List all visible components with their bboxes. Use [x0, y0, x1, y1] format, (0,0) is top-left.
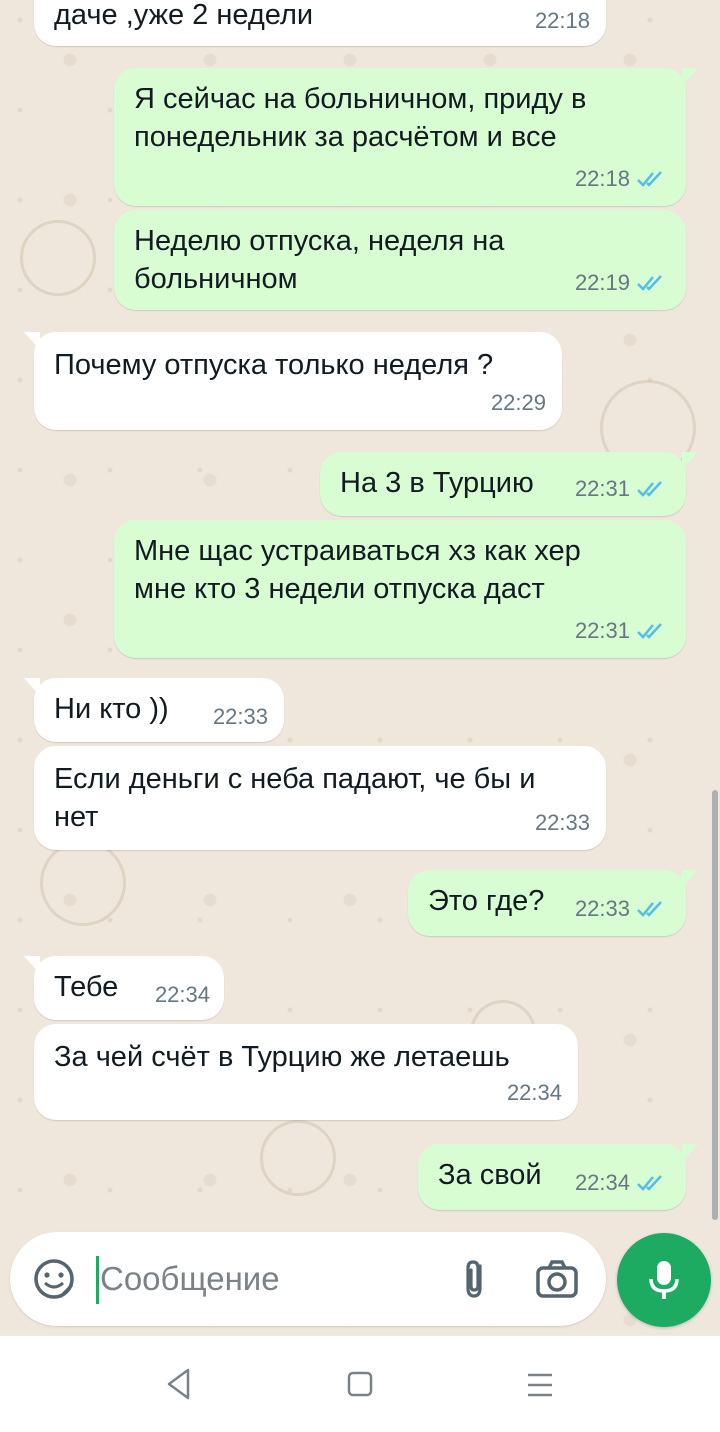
message-text: даче ,уже 2 недели: [54, 0, 314, 31]
message-bubble-incoming[interactable]: За чей счёт в Турцию же летаешь 22:34: [34, 1024, 578, 1120]
read-receipt-icon: [637, 275, 662, 291]
message-time: 22:19: [575, 264, 668, 302]
message-time: 22:33: [212, 704, 268, 729]
message-text: Почему отпуска только неделя ?: [54, 349, 494, 381]
scrollbar-thumb[interactable]: [712, 790, 718, 1220]
message-time: 22:33: [534, 810, 590, 835]
message-time: 22:18: [534, 8, 590, 33]
message-bubble-outgoing[interactable]: Это где? 22:33: [408, 870, 698, 936]
message-text: На 3 в Турцию: [340, 467, 534, 499]
message-text: Если деньги с неба падают, че бы и нет: [54, 763, 536, 833]
message-text: Мне щас устраиваться хз как хер мне кто …: [134, 535, 581, 605]
message-bubble-outgoing[interactable]: На 3 в Турцию 22:31: [320, 452, 698, 516]
message-time: 22:34: [575, 1164, 668, 1202]
message-text: Тебе: [54, 971, 119, 1003]
message-bubble-incoming[interactable]: Ни кто )) 22:33: [24, 678, 284, 742]
sticker-icon[interactable]: [32, 1257, 76, 1301]
message-bubble-outgoing[interactable]: За свой 22:34: [418, 1144, 698, 1210]
message-bubble-outgoing[interactable]: Мне щас устраиваться хз как хер мне кто …: [114, 520, 686, 658]
read-receipt-icon: [637, 901, 662, 917]
menu-icon[interactable]: [526, 1372, 554, 1398]
message-bubble-incoming[interactable]: Почему отпуска только неделя ? 22:29: [24, 332, 562, 430]
message-time: 22:33: [575, 890, 668, 928]
text-cursor: [96, 1256, 99, 1304]
message-text: Неделю отпуска, неделя на больничном: [134, 225, 505, 295]
chat-background: даче ,уже 2 недели 22:18 Я сейчас на бол…: [0, 0, 720, 1335]
home-icon[interactable]: [346, 1370, 374, 1398]
mic-icon: [649, 1261, 679, 1299]
back-icon[interactable]: [164, 1366, 194, 1402]
message-text: За свой: [438, 1159, 542, 1191]
message-text: Я сейчас на больничном, приду в понедель…: [134, 83, 587, 153]
message-text: Это где?: [428, 885, 545, 917]
read-receipt-icon: [637, 623, 662, 639]
read-receipt-icon: [637, 481, 662, 497]
mic-button[interactable]: [617, 1233, 711, 1327]
read-receipt-icon: [637, 1175, 662, 1191]
message-time: 22:31: [575, 612, 668, 650]
message-time: 22:34: [506, 1080, 562, 1105]
message-time: 22:18: [575, 160, 668, 198]
camera-icon[interactable]: [534, 1256, 580, 1302]
message-time: 22:31: [575, 470, 668, 508]
message-time: 22:29: [490, 390, 546, 415]
message-text: За чей счёт в Турцию же летаешь: [54, 1041, 510, 1073]
message-text: Ни кто )): [54, 693, 169, 725]
message-bubble-incoming[interactable]: Тебе 22:34: [24, 956, 224, 1020]
message-composer[interactable]: Сообщение: [10, 1232, 606, 1326]
message-bubble-outgoing[interactable]: Я сейчас на больничном, приду в понедель…: [114, 68, 698, 206]
message-bubble-outgoing[interactable]: Неделю отпуска, неделя на больничном 22:…: [114, 210, 686, 310]
message-bubble-incoming[interactable]: Если деньги с неба падают, че бы и нет 2…: [34, 746, 606, 850]
message-input[interactable]: Сообщение: [100, 1258, 280, 1300]
message-bubble-incoming[interactable]: даче ,уже 2 недели 22:18: [34, 0, 606, 46]
message-time: 22:34: [154, 982, 210, 1007]
read-receipt-icon: [637, 171, 662, 187]
system-navigation-bar: [0, 1336, 720, 1432]
attach-icon[interactable]: [452, 1256, 498, 1302]
